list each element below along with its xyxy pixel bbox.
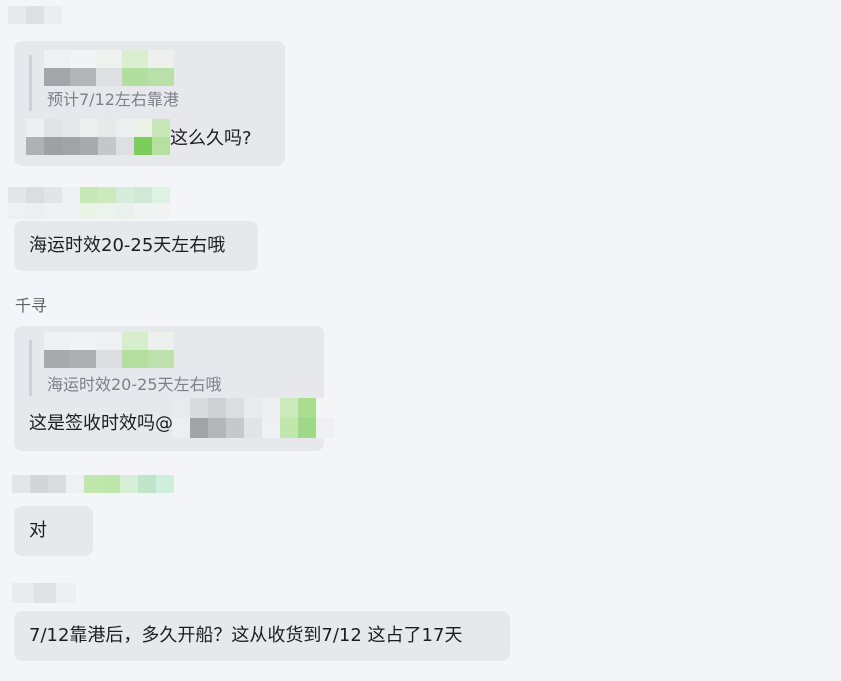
- redacted-sender-name: [12, 583, 76, 603]
- message-text: 这么久吗?: [170, 128, 252, 149]
- message-text: 7/12靠港后，多久开船？这从收货到7/12 这占了17天: [29, 625, 463, 646]
- mention-mosaic: [26, 119, 171, 155]
- quoted-sender-mosaic: [44, 332, 174, 368]
- message-bubble-3[interactable]: 海运时效20-25天左右哦 这是签收时效吗@: [14, 326, 334, 451]
- quoted-sender-mosaic: [44, 50, 174, 86]
- message-text: 对: [29, 520, 47, 541]
- quoted-message-text: 海运时效20-25天左右哦: [47, 375, 222, 394]
- quote-bar: [29, 340, 32, 396]
- message-bubble-1[interactable]: 预计7/12左右靠港 这么久吗?: [14, 41, 285, 166]
- redacted-sender-name: [8, 187, 172, 219]
- message-text: 这是签收时效吗@: [29, 413, 173, 434]
- mention-mosaic: [172, 398, 334, 438]
- quoted-message-text: 预计7/12左右靠港: [47, 90, 179, 109]
- message-bubble-5[interactable]: 7/12靠港后，多久开船？这从收货到7/12 这占了17天: [14, 611, 510, 661]
- sender-name: 千寻: [15, 296, 48, 315]
- message-bubble-2[interactable]: 海运时效20-25天左右哦: [14, 221, 258, 271]
- redacted-sender-name: [8, 6, 64, 24]
- message-text: 海运时效20-25天左右哦: [29, 235, 226, 256]
- quote-bar: [29, 55, 32, 111]
- message-bubble-4[interactable]: 对: [14, 506, 93, 556]
- redacted-sender-name: [12, 475, 174, 493]
